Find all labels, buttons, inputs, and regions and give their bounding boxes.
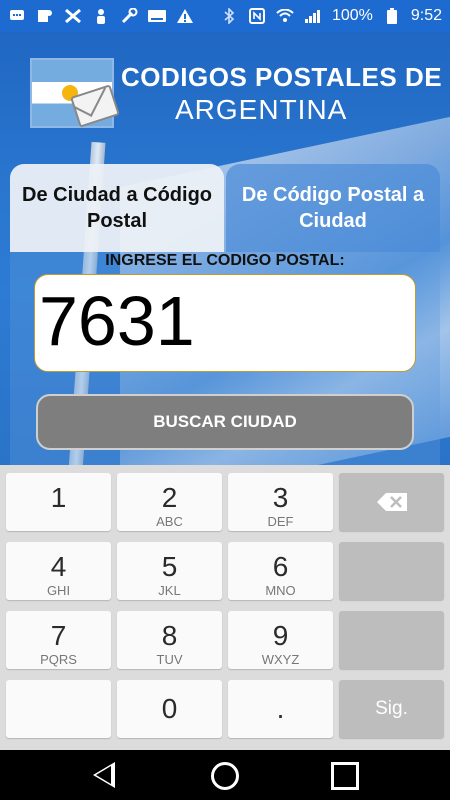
key-letters: GHI: [46, 583, 71, 598]
key-0[interactable]: 0: [117, 680, 222, 738]
key-letters: ABC: [156, 514, 183, 529]
key-3[interactable]: 3 DEF: [228, 473, 333, 531]
bluetooth-icon: [220, 7, 238, 25]
key-8[interactable]: 8 TUV: [117, 611, 222, 669]
home-icon[interactable]: [211, 762, 239, 790]
battery-percent: 100%: [331, 7, 373, 24]
key-period[interactable]: .: [228, 680, 333, 738]
numeric-keyboard: 1 2 ABC 3 DEF 4 GHI 5 JKL 6 MNO 7 PQRS 8…: [0, 465, 450, 750]
key-letters: DEF: [267, 514, 294, 529]
key-letters: MNO: [265, 583, 296, 598]
status-right: 100% 9:52: [220, 7, 442, 25]
tab-city-to-postal[interactable]: De Ciudad a Código Postal: [10, 164, 224, 252]
blank-key[interactable]: [6, 680, 111, 738]
sync-icon: [36, 7, 54, 25]
key-number: 2: [161, 482, 178, 513]
keyboard-icon: [148, 7, 166, 25]
wifi-icon: [276, 7, 294, 25]
key-number: 4: [50, 551, 67, 582]
key-number: 5: [161, 551, 178, 582]
next-key[interactable]: Sig.: [339, 680, 444, 738]
status-bar: 100% 9:52: [0, 0, 450, 32]
back-icon[interactable]: [93, 762, 115, 788]
key-number: 1: [50, 482, 67, 513]
nfc-icon: [248, 7, 266, 25]
search-city-button[interactable]: BUSCAR CIUDAD: [36, 394, 414, 450]
tools-crossed-icon: [64, 7, 82, 25]
signal-icon: [304, 7, 322, 25]
app-title-line1: CODIGOS POSTALES DE: [121, 62, 443, 92]
key-number: 6: [272, 551, 289, 582]
key-number: 3: [272, 482, 289, 513]
key-4[interactable]: 4 GHI: [6, 542, 111, 600]
battery-icon: [383, 7, 401, 25]
key-letters: TUV: [156, 652, 183, 667]
clock: 9:52: [410, 7, 442, 24]
key-9[interactable]: 9 WXYZ: [228, 611, 333, 669]
recents-icon[interactable]: [331, 762, 359, 790]
blank-func-key-2[interactable]: [339, 611, 444, 669]
message-icon: [8, 7, 26, 25]
key-letters: WXYZ: [261, 652, 300, 667]
next-key-label: Sig.: [375, 698, 408, 719]
key-5[interactable]: 5 JKL: [117, 542, 222, 600]
app-title-line2: ARGENTINA: [175, 94, 348, 125]
warning-icon: [176, 7, 194, 25]
key-number: 8: [161, 620, 178, 651]
key-1[interactable]: 1: [6, 473, 111, 531]
postal-code-input[interactable]: 7631: [34, 274, 416, 372]
key-2[interactable]: 2 ABC: [117, 473, 222, 531]
navigation-bar: [0, 750, 450, 800]
key-number: 7: [50, 620, 67, 651]
key-6[interactable]: 6 MNO: [228, 542, 333, 600]
person-icon: [92, 7, 110, 25]
key-7[interactable]: 7 PQRS: [6, 611, 111, 669]
status-left: [8, 7, 194, 25]
app-logo: [30, 58, 120, 128]
postal-code-value: 7631: [39, 282, 195, 360]
key-letters: PQRS: [40, 652, 77, 667]
postal-code-label: INGRESE EL CODIGO POSTAL:: [105, 252, 345, 269]
key-number: 9: [272, 620, 289, 651]
key-number: .: [276, 693, 285, 724]
backspace-icon: [376, 493, 407, 516]
blank-func-key-1[interactable]: [339, 542, 444, 600]
key-letters: JKL: [158, 583, 181, 598]
backspace-key[interactable]: [339, 473, 444, 531]
key-number: 0: [161, 693, 178, 724]
tab-postal-to-city[interactable]: De Código Postal a Ciudad: [226, 164, 440, 252]
wrench-icon: [120, 7, 138, 25]
